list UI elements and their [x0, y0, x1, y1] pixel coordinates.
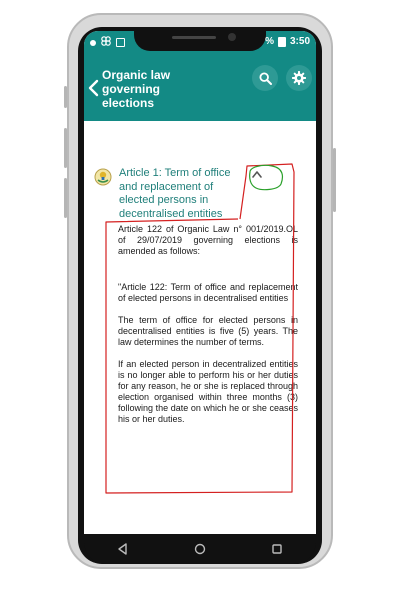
- phone-side-button: [64, 128, 67, 168]
- recents-square-icon[interactable]: [270, 542, 284, 556]
- status-right: % 3:50: [265, 36, 310, 47]
- article-body: Article 122 of Organic Law n° 001/2019.O…: [118, 224, 298, 436]
- system-nav-bar: [84, 534, 316, 564]
- phone-side-button: [64, 86, 67, 108]
- phone-power-button: [333, 148, 336, 212]
- status-time: 3:50: [289, 36, 310, 47]
- pinwheel-icon: [101, 36, 111, 49]
- speaker-grille: [172, 36, 216, 39]
- article-paragraph: Article 122 of Organic Law n° 001/2019.O…: [118, 224, 298, 256]
- phone-side-button: [64, 178, 67, 218]
- gear-icon: [292, 71, 306, 85]
- battery-icon: [277, 36, 286, 47]
- app-bar: Organic law governing elections: [84, 53, 316, 121]
- back-triangle-icon[interactable]: [116, 542, 130, 556]
- status-left-icons: [90, 36, 125, 49]
- notification-icon: [90, 39, 96, 46]
- article-paragraph: If an elected person in decentralized en…: [118, 359, 298, 424]
- chevron-up-icon[interactable]: [250, 169, 264, 179]
- app-screen: % 3:50 Organic law governing elections A…: [84, 31, 316, 534]
- search-button[interactable]: [252, 65, 278, 91]
- chevron-left-icon[interactable]: [87, 79, 101, 97]
- camera-notch: [134, 31, 266, 51]
- search-icon: [258, 71, 272, 85]
- article-paragraph: The term of office for elected persons i…: [118, 315, 298, 347]
- article-paragraph: "Article 122: Term of office and replace…: [118, 282, 298, 303]
- settings-button[interactable]: [286, 65, 312, 91]
- emblem-icon: [94, 168, 112, 186]
- status-bar: % 3:50: [84, 31, 316, 53]
- article-title[interactable]: Article 1: Term of office and replacemen…: [119, 167, 239, 221]
- home-circle-icon[interactable]: [193, 542, 207, 556]
- image-icon: [116, 38, 125, 47]
- front-camera: [228, 33, 236, 41]
- page-title: Organic law governing elections: [102, 68, 171, 110]
- battery-percent: %: [265, 36, 274, 47]
